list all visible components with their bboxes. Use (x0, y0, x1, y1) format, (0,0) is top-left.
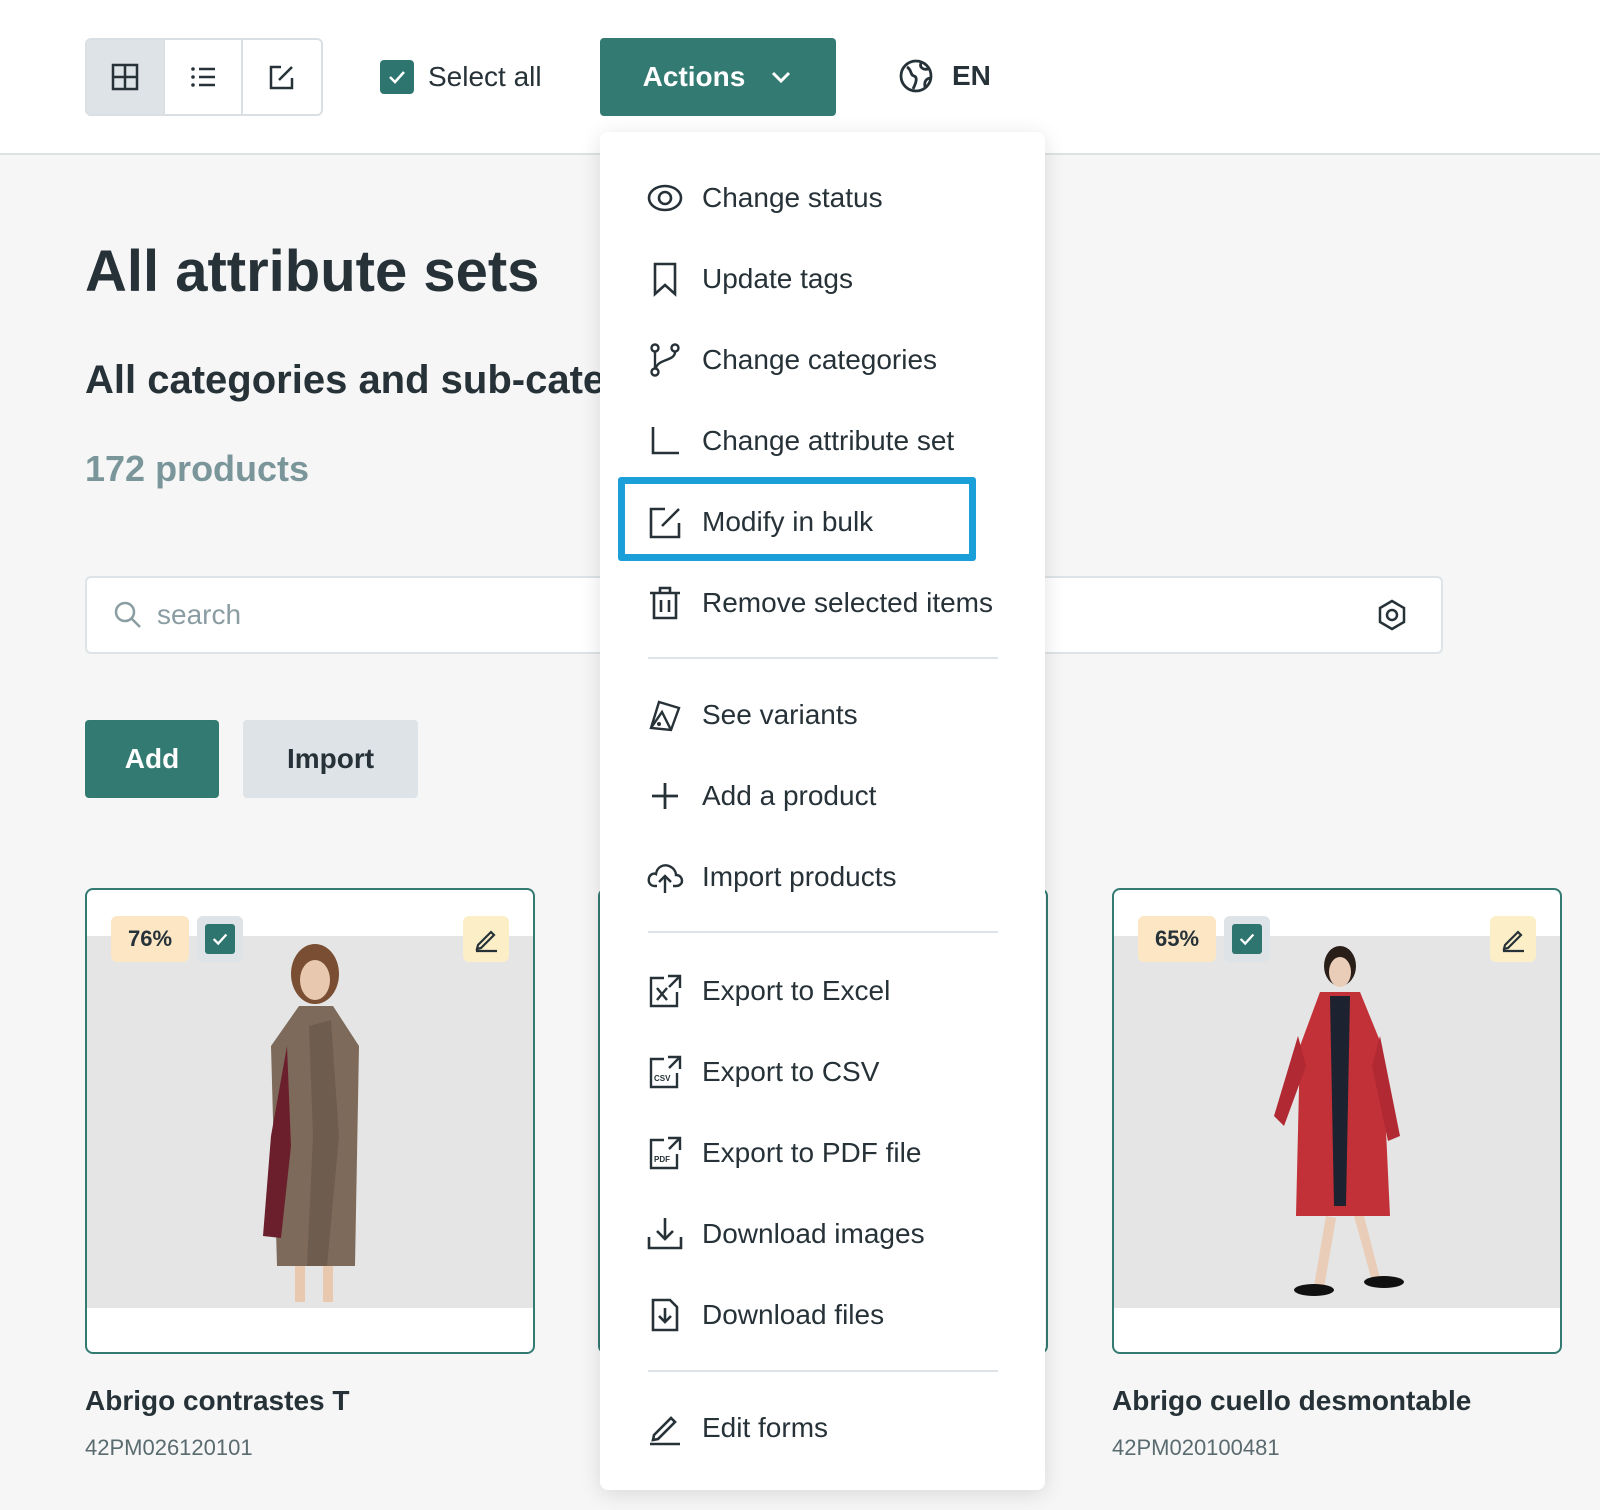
product-select-checkbox[interactable] (197, 916, 243, 962)
pdf-icon-text: PDF (654, 1155, 670, 1164)
menu-item-label: Export to PDF file (702, 1137, 922, 1168)
menu-item-label: Add a product (702, 780, 877, 811)
check-icon (389, 71, 405, 84)
search-icon (114, 601, 141, 628)
chevron-down-icon (772, 71, 791, 84)
menu-item-change-status[interactable]: Change status (646, 168, 883, 228)
language-label: EN (952, 60, 991, 91)
menu-item-label: Modify in bulk (702, 506, 874, 537)
product-edit-button[interactable] (463, 916, 509, 962)
excel-export-icon (649, 974, 682, 1008)
product-card[interactable]: 76% (85, 888, 535, 1354)
add-button[interactable]: Add (85, 720, 219, 798)
plus-icon (652, 783, 678, 809)
completeness-badge: 76% (111, 916, 189, 962)
menu-item-label: Edit forms (702, 1412, 829, 1443)
pencil-icon (475, 930, 497, 953)
menu-item-label: Update tags (702, 263, 853, 294)
grid-view-button[interactable] (87, 40, 165, 114)
check-icon (1239, 933, 1255, 946)
menu-item-label: Change categories (702, 344, 938, 375)
menu-item-label: Change status (702, 182, 883, 213)
edit-square-icon (269, 65, 294, 90)
menu-item-label: Download images (702, 1218, 925, 1249)
menu-divider (648, 657, 998, 659)
checkbox-checked[interactable] (380, 60, 414, 94)
select-all-label: Select all (428, 61, 542, 92)
menu-item-label: Download files (702, 1299, 885, 1330)
product-name[interactable]: Abrigo contrastes T (85, 1385, 349, 1417)
menu-item-download-files[interactable]: Download files (646, 1285, 884, 1345)
actions-dropdown-menu: Change status Update tags Change categor… (600, 132, 1045, 1490)
cloud-upload-icon (647, 864, 684, 893)
menu-item-label: Import products (702, 861, 897, 892)
menu-item-import-products[interactable]: Import products (646, 847, 897, 907)
pencil-icon (1502, 930, 1524, 953)
product-image (87, 936, 533, 1308)
csv-icon-text: CSV (654, 1074, 671, 1083)
product-photo-coat-red (1274, 946, 1404, 1296)
swatches-icon (649, 700, 681, 732)
grid-icon (111, 63, 139, 91)
import-button[interactable]: Import (243, 720, 418, 798)
actions-button[interactable]: Actions (600, 38, 836, 116)
completeness-badge: 65% (1138, 916, 1216, 962)
list-icon (191, 67, 215, 87)
menu-item-add-product[interactable]: Add a product (646, 766, 876, 826)
branch-icon (650, 343, 680, 377)
settings-hex-icon (1378, 599, 1406, 631)
product-sku: 42PM026120101 (85, 1435, 253, 1460)
csv-export-icon: CSV (649, 1055, 682, 1089)
product-name[interactable]: Abrigo cuello desmontable (1112, 1385, 1471, 1417)
bookmark-icon (653, 262, 677, 297)
language-selector[interactable]: EN (898, 58, 991, 94)
product-select-checkbox[interactable] (1224, 916, 1270, 962)
menu-item-change-attribute-set[interactable]: Change attribute set (646, 411, 954, 471)
menu-item-label: See variants (702, 699, 858, 730)
menu-item-label: Change attribute set (702, 425, 955, 456)
product-count: 172 products (85, 448, 310, 489)
menu-item-export-pdf[interactable]: PDF Export to PDF file (646, 1123, 921, 1183)
download-file-icon (651, 1298, 679, 1332)
product-image (1114, 936, 1560, 1308)
download-tray-icon (647, 1218, 683, 1250)
menu-divider (648, 1370, 998, 1372)
menu-item-label: Export to Excel (702, 975, 891, 1006)
select-all-checkbox[interactable]: Select all (380, 60, 542, 94)
list-view-button[interactable] (165, 40, 243, 114)
menu-item-modify-in-bulk[interactable]: Modify in bulk (646, 492, 873, 552)
product-sku: 42PM020100481 (1112, 1435, 1280, 1460)
menu-item-label: Export to CSV (702, 1056, 880, 1087)
edit-view-button[interactable] (243, 40, 321, 114)
eye-icon (647, 184, 683, 212)
menu-item-export-excel[interactable]: Export to Excel (646, 961, 890, 1021)
actions-label: Actions (642, 61, 746, 92)
menu-item-label: Remove selected items (702, 587, 994, 618)
product-card[interactable]: 65% (1112, 888, 1562, 1354)
menu-item-edit-forms[interactable]: Edit forms (646, 1398, 828, 1458)
pdf-export-icon: PDF (649, 1136, 682, 1170)
globe-icon (899, 59, 933, 93)
product-edit-button[interactable] (1490, 916, 1536, 962)
pencil-line-icon (650, 1416, 680, 1446)
check-icon (212, 933, 228, 946)
search-settings-button[interactable] (1375, 598, 1409, 637)
menu-item-remove-selected[interactable]: Remove selected items (646, 573, 993, 633)
menu-item-download-images[interactable]: Download images (646, 1204, 925, 1264)
product-photo-coat-brown (263, 944, 359, 1302)
menu-item-see-variants[interactable]: See variants (646, 685, 858, 745)
menu-divider (648, 931, 998, 933)
corner-icon (651, 427, 679, 455)
page-title: All attribute sets (85, 239, 540, 304)
menu-item-change-categories[interactable]: Change categories (646, 330, 937, 390)
view-toggle (85, 38, 323, 116)
menu-item-update-tags[interactable]: Update tags (646, 249, 853, 309)
trash-icon (650, 586, 680, 620)
menu-item-export-csv[interactable]: CSV Export to CSV (646, 1042, 879, 1102)
edit-square-icon (649, 507, 681, 539)
